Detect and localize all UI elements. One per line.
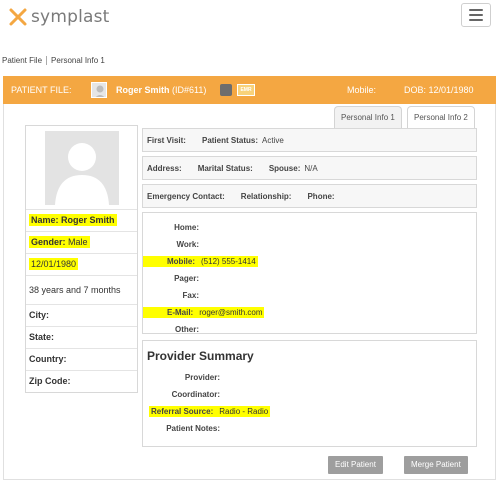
symplast-logo[interactable]: symplast: [8, 6, 110, 28]
name-row: Name: Roger Smith: [26, 209, 137, 231]
contact-row-pager: Pager:: [174, 274, 199, 283]
avatar-placeholder-icon: [44, 130, 119, 205]
gender-value: Male: [68, 237, 88, 247]
spouse-value: N/A: [304, 163, 318, 173]
patient-status-label: Patient Status:: [201, 135, 258, 145]
patient-full-name: Name: Roger Smith: [29, 214, 117, 226]
patient-dob: DOB: 12/01/1980: [404, 85, 474, 95]
tab-personal-info-2[interactable]: Personal Info 2: [407, 106, 475, 128]
age-value: 38 years and 7 months: [29, 285, 121, 295]
provider-row: Provider:: [184, 373, 220, 382]
contact-row-home: Home:: [174, 223, 199, 232]
provider-summary-title: Provider Summary: [147, 349, 254, 363]
state-row: State:: [26, 326, 137, 348]
contact-row-email: E-Mail: roger@smith.com: [143, 304, 476, 321]
coordinator-row: Coordinator:: [171, 390, 220, 399]
document-icon[interactable]: [220, 84, 232, 96]
relationship-label: Relationship:: [240, 191, 292, 201]
age-row: 38 years and 7 months: [26, 275, 137, 304]
symplast-logo-icon: [8, 7, 28, 27]
contact-row-other: Other:: [175, 325, 199, 334]
address-info: Address: Marital Status: Spouse: N/A: [142, 156, 477, 180]
menu-toggle-button[interactable]: [461, 3, 491, 27]
breadcrumb-separator: [46, 56, 48, 65]
patient-mobile-label: Mobile:: [347, 85, 377, 95]
city-row: City:: [26, 304, 137, 326]
patient-id: (ID#611): [172, 85, 207, 95]
patient-avatar-small: [91, 82, 107, 98]
patient-file-label: PATIENT FILE:: [11, 85, 72, 95]
marital-status-label: Marital Status:: [197, 163, 253, 173]
zip-row: Zip Code:: [26, 370, 137, 392]
contact-numbers: Home: Work: Mobile: (512) 555-1414 Pager:…: [142, 212, 477, 334]
breadcrumb-patient-file[interactable]: Patient File: [2, 56, 42, 65]
emergency-contact-label: Emergency Contact:: [147, 191, 225, 201]
visit-info: First Visit: Patient Status: Active: [142, 128, 477, 152]
patient-summary-card: Name: Roger Smith Gender: Male 12/01/198…: [25, 125, 138, 393]
patient-details: First Visit: Patient Status: Active Addr…: [142, 128, 477, 447]
brand-name: symplast: [31, 7, 110, 27]
country-row: Country:: [26, 348, 137, 370]
breadcrumb: Patient File Personal Info 1: [2, 56, 105, 65]
patient-notes-row: Patient Notes:: [166, 424, 220, 433]
emr-badge-icon[interactable]: EMR: [237, 84, 255, 96]
address-label: Address:: [147, 163, 182, 173]
contact-row-mobile: Mobile: (512) 555-1414: [143, 253, 476, 270]
breadcrumb-personal-info-1[interactable]: Personal Info 1: [51, 56, 105, 65]
provider-summary: Provider Summary Provider: Coordinator: …: [142, 340, 477, 447]
patient-file-bar: PATIENT FILE: Roger Smith (ID#611) EMR M…: [3, 76, 496, 104]
hamburger-icon: [469, 9, 483, 11]
patient-name: Roger Smith (ID#611): [116, 85, 207, 95]
phone-label: Phone:: [307, 191, 335, 201]
dob-value: 12/01/1980: [29, 258, 79, 270]
emergency-info: Emergency Contact: Relationship: Phone:: [142, 184, 477, 208]
contact-row-work: Work:: [176, 240, 199, 249]
tab-personal-info-1[interactable]: Personal Info 1: [334, 106, 402, 128]
gender-row: Gender: Male: [26, 231, 137, 253]
patient-status-value: Active: [262, 135, 284, 145]
dob-row: 12/01/1980: [26, 253, 137, 275]
edit-patient-button[interactable]: Edit Patient: [328, 456, 383, 474]
gender-label: Gender:: [31, 237, 66, 247]
contact-row-fax: Fax:: [182, 291, 199, 300]
referral-source-row: Referral Source: Radio - Radio: [149, 406, 271, 417]
first-visit-label: First Visit:: [147, 135, 186, 145]
patient-photo: [26, 126, 137, 209]
merge-patient-button[interactable]: Merge Patient: [404, 456, 468, 474]
spouse-label: Spouse:: [268, 163, 301, 173]
